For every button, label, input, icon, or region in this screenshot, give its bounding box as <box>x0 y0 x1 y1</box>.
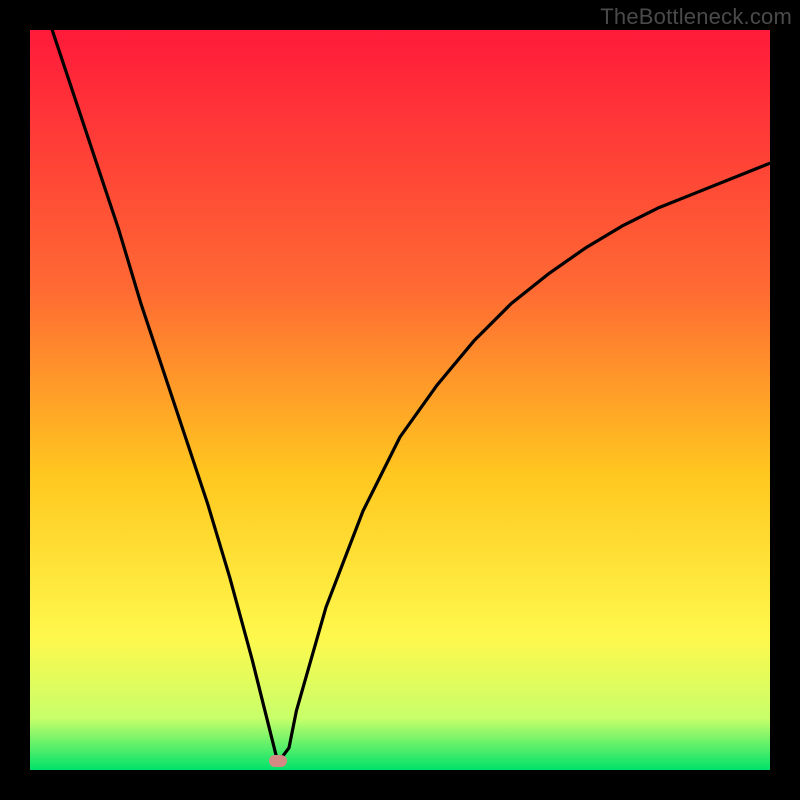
watermark-label: TheBottleneck.com <box>600 4 792 30</box>
chart-stage: TheBottleneck.com <box>0 0 800 800</box>
plot-area <box>30 30 770 770</box>
bottleneck-curve <box>30 30 770 770</box>
optimal-point-marker <box>269 755 287 767</box>
